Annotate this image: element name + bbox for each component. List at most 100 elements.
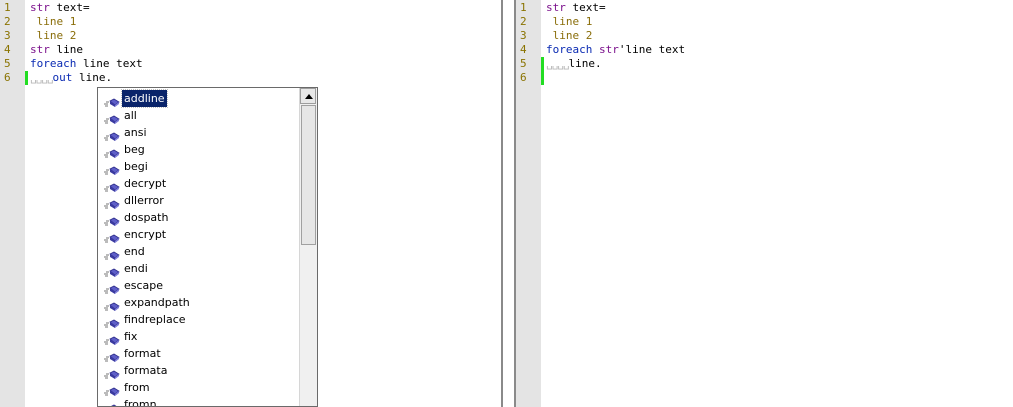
autocomplete-item[interactable]: begi: [98, 158, 301, 175]
keyword: out: [52, 71, 73, 84]
line-number: 1: [4, 1, 11, 14]
autocomplete-item[interactable]: endi: [98, 260, 301, 277]
code-text: 'line text: [618, 43, 686, 56]
autocomplete-item[interactable]: encrypt: [98, 226, 301, 243]
autocomplete-item[interactable]: fix: [98, 328, 301, 345]
line-number: 3: [4, 29, 11, 42]
keyword: str: [592, 43, 619, 56]
method-icon: [104, 382, 120, 396]
method-icon: [104, 399, 120, 406]
tab-indent-marker: ␣␣␣␣: [546, 57, 569, 70]
autocomplete-item-label: beg: [124, 143, 145, 156]
method-icon: [104, 195, 120, 209]
autocomplete-item[interactable]: fromn: [98, 396, 301, 407]
line-number: 5: [4, 57, 11, 70]
autocomplete-item-label: findreplace: [124, 313, 186, 326]
line-number: 6: [4, 71, 11, 84]
autocomplete-item[interactable]: from: [98, 379, 301, 396]
scroll-up-arrow-icon[interactable]: [300, 88, 316, 104]
code-line-3[interactable]: line 2: [546, 29, 593, 43]
line-number: 6: [520, 71, 527, 84]
line-number: 3: [520, 29, 527, 42]
autocomplete-item-label: from: [124, 381, 150, 394]
keyword: foreach: [546, 43, 593, 56]
line-number: 4: [4, 43, 11, 56]
autocomplete-list[interactable]: addline all ansi beg begi decrypt dllerror dosp…: [98, 88, 301, 407]
code-text: line.: [568, 57, 602, 70]
pane-gap: [503, 0, 514, 407]
autocomplete-item-label: begi: [124, 160, 148, 173]
string-text: line 2: [546, 29, 593, 42]
code-line-4[interactable]: str line: [30, 43, 83, 57]
autocomplete-item[interactable]: decrypt: [98, 175, 301, 192]
autocomplete-popup[interactable]: addline all ansi beg begi decrypt dllerror dosp…: [97, 87, 318, 407]
code-line-5[interactable]: ␣␣␣␣line.: [546, 57, 602, 71]
autocomplete-item-label: dospath: [124, 211, 169, 224]
autocomplete-item[interactable]: ansi: [98, 124, 301, 141]
line-number: 5: [520, 57, 527, 70]
code-line-4[interactable]: foreach str'line text: [546, 43, 685, 57]
keyword: str: [30, 1, 50, 14]
string-text: line 1: [546, 15, 593, 28]
method-icon: [104, 93, 120, 107]
string-text: line 1: [30, 15, 77, 28]
autocomplete-scrollbar[interactable]: [299, 88, 317, 406]
changed-line-marker: [541, 57, 544, 71]
method-icon: [104, 127, 120, 141]
code-line-1[interactable]: str text=: [546, 1, 606, 15]
code-text: text=: [49, 1, 90, 14]
right-editor-pane[interactable]: 1 2 3 4 5 6 str text= line 1 line 2 fore…: [516, 0, 1013, 407]
autocomplete-item[interactable]: addline: [98, 89, 301, 108]
string-text: line 2: [30, 29, 77, 42]
tab-indent-marker: ␣␣␣␣: [30, 71, 53, 84]
autocomplete-item-label: format: [124, 347, 161, 360]
autocomplete-item-label: ansi: [124, 126, 147, 139]
autocomplete-item-label: encrypt: [124, 228, 167, 241]
autocomplete-item-label: dllerror: [124, 194, 164, 207]
method-icon: [104, 331, 120, 345]
method-icon: [104, 348, 120, 362]
right-line-number-gutter: 1 2 3 4 5 6: [516, 0, 541, 407]
method-icon: [104, 297, 120, 311]
code-line-5[interactable]: foreach line text: [30, 57, 143, 71]
autocomplete-item-label: end: [124, 245, 145, 258]
autocomplete-item[interactable]: beg: [98, 141, 301, 158]
autocomplete-item[interactable]: all: [98, 107, 301, 124]
code-text: line.: [72, 71, 113, 84]
code-line-3[interactable]: line 2: [30, 29, 77, 43]
method-icon: [104, 263, 120, 277]
keyword: str: [546, 1, 566, 14]
left-editor-pane[interactable]: 1 2 3 4 5 6 str text= line 1 line 2 str …: [0, 0, 501, 407]
scrollbar-thumb[interactable]: [301, 105, 316, 245]
autocomplete-item[interactable]: dllerror: [98, 192, 301, 209]
autocomplete-item[interactable]: expandpath: [98, 294, 301, 311]
autocomplete-item-label: fromn: [124, 398, 157, 407]
autocomplete-item[interactable]: formata: [98, 362, 301, 379]
autocomplete-item-label: escape: [124, 279, 164, 292]
line-number: 2: [520, 15, 527, 28]
autocomplete-item[interactable]: dospath: [98, 209, 301, 226]
autocomplete-item-label: formata: [124, 364, 168, 377]
autocomplete-item-label: endi: [124, 262, 148, 275]
method-icon: [104, 280, 120, 294]
method-icon: [104, 229, 120, 243]
keyword: str: [30, 43, 50, 56]
code-text: text=: [565, 1, 606, 14]
method-icon: [104, 212, 120, 226]
code-text: line text: [76, 57, 143, 70]
line-number: 1: [520, 1, 527, 14]
code-line-6[interactable]: ␣␣␣␣out line.: [30, 71, 112, 85]
code-line-2[interactable]: line 1: [30, 15, 77, 29]
code-line-2[interactable]: line 1: [546, 15, 593, 29]
autocomplete-item[interactable]: findreplace: [98, 311, 301, 328]
autocomplete-item[interactable]: end: [98, 243, 301, 260]
line-number: 4: [520, 43, 527, 56]
changed-line-marker: [25, 71, 28, 85]
autocomplete-item-label: expandpath: [124, 296, 190, 309]
method-icon: [104, 161, 120, 175]
code-line-1[interactable]: str text=: [30, 1, 90, 15]
autocomplete-item-label: all: [124, 109, 137, 122]
autocomplete-item[interactable]: format: [98, 345, 301, 362]
autocomplete-item[interactable]: escape: [98, 277, 301, 294]
method-icon: [104, 144, 120, 158]
